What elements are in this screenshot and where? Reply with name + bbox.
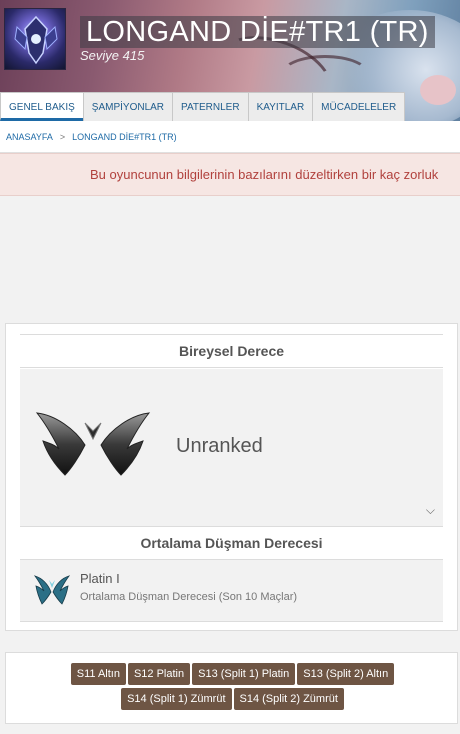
tab-champions[interactable]: ŞAMPİYONLAR — [82, 92, 174, 121]
platinum-rank-icon — [34, 575, 70, 605]
summoner-name-box: LONGAND DİE#TR1 (TR) — [80, 16, 435, 48]
summoner-name: LONGAND DİE#TR1 (TR) — [86, 16, 429, 48]
enemy-rank-row: Platin I Ortalama Düşman Derecesi (Son 1… — [20, 560, 443, 622]
enemy-rank-tier: Platin I — [80, 571, 120, 586]
season-badge: S14 (Split 1) Zümrüt — [121, 688, 232, 710]
profile-avatar-icon — [4, 8, 66, 70]
season-history-panel: S11 Altın S12 Platin S13 (Split 1) Platin S… — [5, 652, 458, 724]
enemy-rank-title: Ortalama Düşman Derecesi — [20, 526, 443, 560]
alert-text: Bu oyuncunun bilgilerinin bazılarını düz… — [90, 167, 439, 182]
breadcrumb-separator: > — [59, 131, 66, 142]
season-badge: S12 Platin — [127, 663, 191, 685]
season-badge: S11 Altın — [70, 663, 126, 685]
unranked-emblem-icon — [35, 412, 151, 476]
rank-status: Unranked — [176, 435, 263, 457]
rank-panel: Bireysel Derece Unranked ⌵ Ortalama Düşm… — [5, 323, 458, 631]
tab-records[interactable]: KAYITLAR — [247, 92, 314, 121]
chevron-down-icon[interactable]: ⌵ — [426, 503, 435, 518]
enemy-rank-subtitle: Ortalama Düşman Derecesi (Son 10 Maçlar) — [80, 591, 298, 603]
breadcrumb-home-link[interactable]: ANASAYFA — [6, 132, 53, 142]
summoner-level: Seviye 415 — [80, 48, 145, 63]
season-badge: S13 (Split 2) Altın — [297, 663, 395, 685]
tab-challenges[interactable]: MÜCADELELER — [312, 92, 406, 121]
season-badge: S13 (Split 1) Platin — [192, 663, 296, 685]
breadcrumb-current-link[interactable]: LONGAND DİE#TR1 (TR) — [72, 132, 177, 142]
warning-alert: Bu oyuncunun bilgilerinin bazılarını düz… — [0, 153, 460, 196]
breadcrumb: ANASAYFA > LONGAND DİE#TR1 (TR) — [0, 121, 460, 153]
season-badge: S14 (Split 2) Zümrüt — [233, 688, 344, 710]
tab-patterns[interactable]: PATERNLER — [172, 92, 249, 121]
solo-rank-title: Bireysel Derece — [20, 334, 443, 368]
tab-overview[interactable]: GENEL BAKIŞ — [0, 92, 84, 121]
profile-tabs: GENEL BAKIŞ ŞAMPİYONLAR PATERNLER KAYITL… — [0, 92, 406, 121]
solo-rank-box[interactable]: Unranked ⌵ — [20, 369, 443, 526]
season-badges: S11 Altın S12 Platin S13 (Split 1) Platin S… — [6, 663, 459, 713]
